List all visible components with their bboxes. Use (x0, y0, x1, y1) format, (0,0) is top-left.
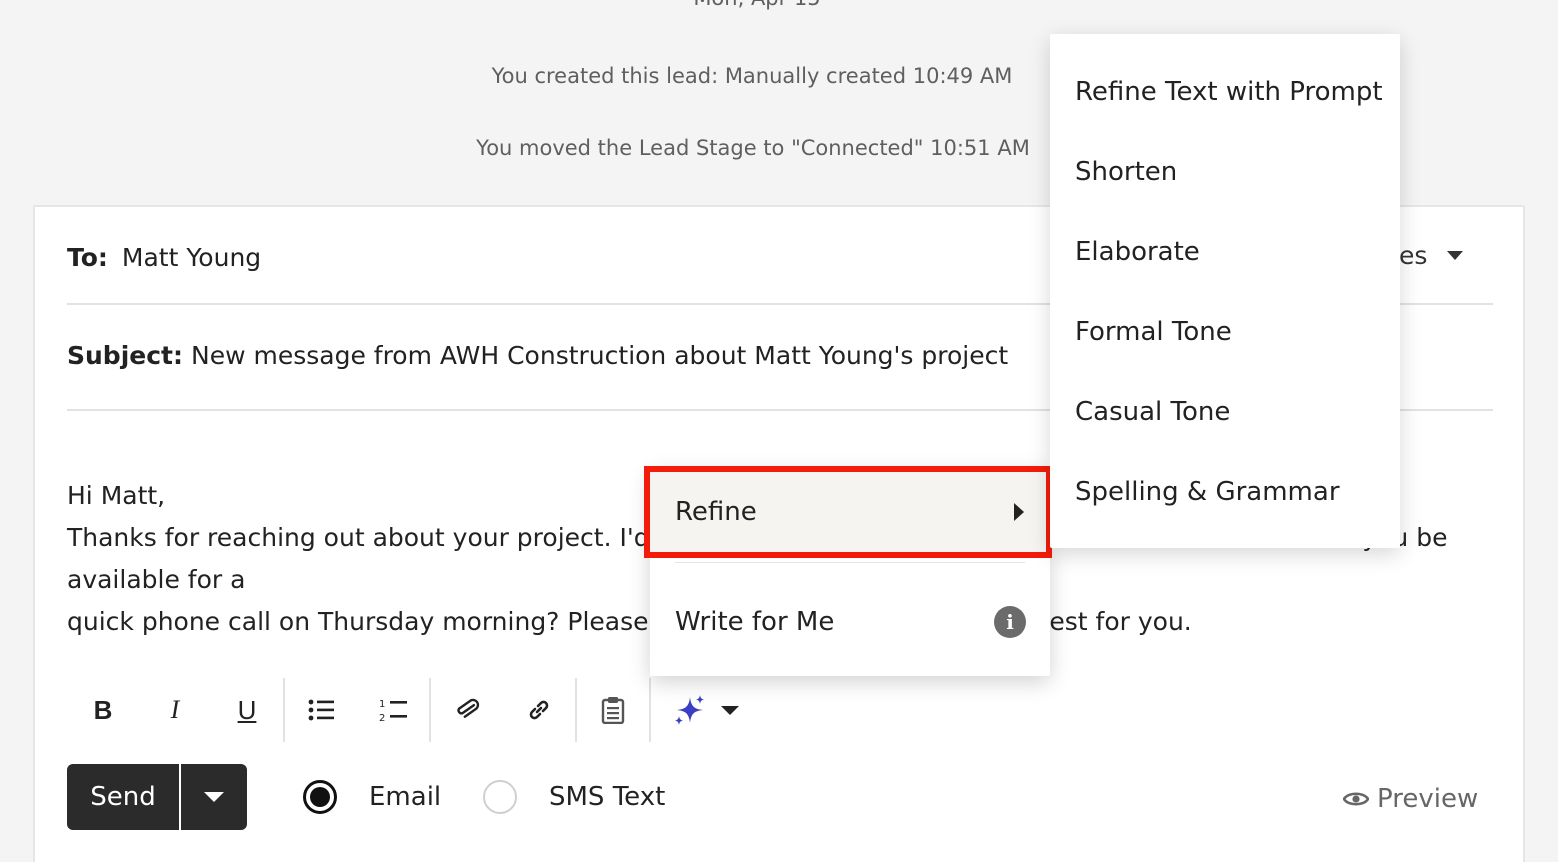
chevron-down-icon (1447, 251, 1464, 260)
refine-highlight-box (644, 466, 1052, 558)
channel-email-option[interactable]: Email (303, 780, 441, 814)
eye-icon (1343, 792, 1369, 806)
ai-sparkle-icon (675, 695, 704, 725)
numbered-list-icon[interactable]: 12 (357, 682, 429, 738)
info-icon[interactable]: i (994, 606, 1026, 638)
submenu-item-elaborate[interactable]: Elaborate (1075, 232, 1200, 272)
submenu-item-shorten[interactable]: Shorten (1075, 152, 1177, 192)
preview-label: Preview (1377, 784, 1479, 814)
to-recipient[interactable]: Matt Young (122, 243, 261, 272)
preview-button[interactable]: Preview (1343, 784, 1478, 814)
to-label: To: (67, 243, 108, 272)
subject-label: Subject: (67, 341, 183, 370)
radio-email[interactable] (303, 780, 337, 814)
svg-text:2: 2 (379, 713, 385, 723)
channel-label: SMS Text (549, 782, 666, 812)
submenu-item-formal-tone[interactable]: Formal Tone (1075, 312, 1232, 352)
menu-item-label: Write for Me (675, 607, 835, 637)
channel-sms-option[interactable]: SMS Text (483, 780, 665, 814)
subject-value[interactable]: New message from AWH Construction about … (191, 341, 1008, 370)
chevron-down-icon (721, 705, 739, 715)
submenu-item-casual-tone[interactable]: Casual Tone (1075, 392, 1230, 432)
submenu-item-refine-with-prompt[interactable]: Refine Text with Prompt (1075, 72, 1383, 112)
svg-text:1: 1 (379, 699, 385, 710)
send-button-group: Send (67, 764, 247, 830)
submenu-item-spelling-grammar[interactable]: Spelling & Grammar (1075, 472, 1340, 512)
bold-icon[interactable]: B (67, 682, 139, 738)
formatting-toolbar: B I U 12 (67, 677, 739, 743)
send-options-button[interactable] (181, 764, 247, 830)
to-row[interactable]: To: Matt Young (67, 243, 261, 272)
ai-assist-button[interactable] (651, 693, 739, 727)
radio-sms[interactable] (483, 780, 517, 814)
menu-item-write-for-me[interactable]: Write for Me i (650, 582, 1050, 662)
chevron-down-icon (204, 792, 224, 802)
italic-icon[interactable]: I (139, 682, 211, 738)
subject-field[interactable]: Subject: New message from AWH Constructio… (67, 341, 1008, 370)
channel-label: Email (369, 782, 442, 812)
refine-submenu: Refine Text with Prompt Shorten Elaborat… (1050, 34, 1400, 548)
attachment-icon[interactable] (431, 682, 503, 738)
template-select-label: es (1399, 241, 1428, 270)
send-button[interactable]: Send (67, 764, 179, 830)
link-icon[interactable] (503, 682, 575, 738)
activity-date-header: Mon, Apr 15 (0, 0, 1514, 10)
menu-separator (675, 562, 1025, 563)
underline-icon[interactable]: U (211, 682, 283, 738)
bulleted-list-icon[interactable] (285, 682, 357, 738)
clipboard-icon[interactable] (577, 682, 649, 738)
template-select[interactable]: es (1399, 241, 1464, 270)
